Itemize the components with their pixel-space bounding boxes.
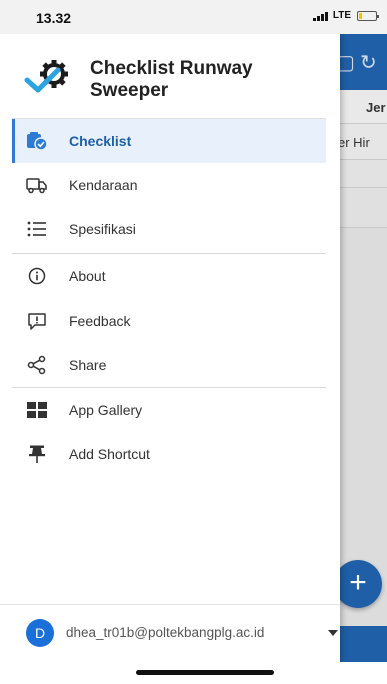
menu-item-label: Spesifikasi [69,221,136,237]
background-columns-partial: er Hir [338,135,370,150]
navigation-drawer: Checklist Runway Sweeper Checklist Kenda… [0,34,340,662]
add-fab-button[interactable]: + [334,560,382,608]
avatar: D [26,619,54,647]
menu-item-about[interactable]: About [12,254,326,298]
feedback-icon [26,311,48,331]
clipboard-check-icon [26,131,48,151]
account-switcher[interactable]: D dhea_tr01b@poltekbangplg.ac.id [0,605,340,662]
refresh-icon[interactable]: ↻ [360,50,377,75]
home-indicator-area [0,662,387,684]
status-time: 13.32 [36,10,72,26]
info-icon [26,266,48,286]
menu-item-label: Checklist [69,133,132,149]
list-icon [26,219,48,239]
menu-item-checklist[interactable]: Checklist [12,119,326,163]
status-bar: 13.32 LTE [0,0,387,34]
battery-icon [357,10,379,21]
chevron-down-icon[interactable] [328,630,338,636]
menu-item-label: Share [69,357,107,373]
menu-item-label: App Gallery [69,402,143,418]
network-type: LTE [332,10,351,21]
grid-icon [26,400,48,420]
home-indicator[interactable] [136,670,274,675]
share-icon [26,355,48,375]
status-indicators: LTE [312,10,379,21]
app-title: Checklist Runway Sweeper [90,58,253,101]
menu-item-label: Add Shortcut [69,446,150,462]
signal-icon [312,11,328,21]
truck-icon [26,175,48,195]
menu-item-share[interactable]: Share [12,343,326,387]
menu-item-label: About [69,268,106,284]
menu-item-spesifikasi[interactable]: Spesifikasi [12,207,326,251]
pin-icon [26,444,48,464]
menu-item-feedback[interactable]: Feedback [12,299,326,343]
menu-item-kendaraan[interactable]: Kendaraan [12,163,326,207]
menu-item-add-shortcut[interactable]: Add Shortcut [12,432,326,476]
menu-item-label: Kendaraan [69,177,138,193]
menu-item-label: Feedback [69,313,131,329]
drawer-header: Checklist Runway Sweeper [0,34,340,118]
account-email: dhea_tr01b@poltekbangplg.ac.id [66,625,265,640]
app-logo-icon [24,60,68,93]
background-tab-partial: Jer [366,100,386,115]
menu-item-app-gallery[interactable]: App Gallery [12,388,326,432]
